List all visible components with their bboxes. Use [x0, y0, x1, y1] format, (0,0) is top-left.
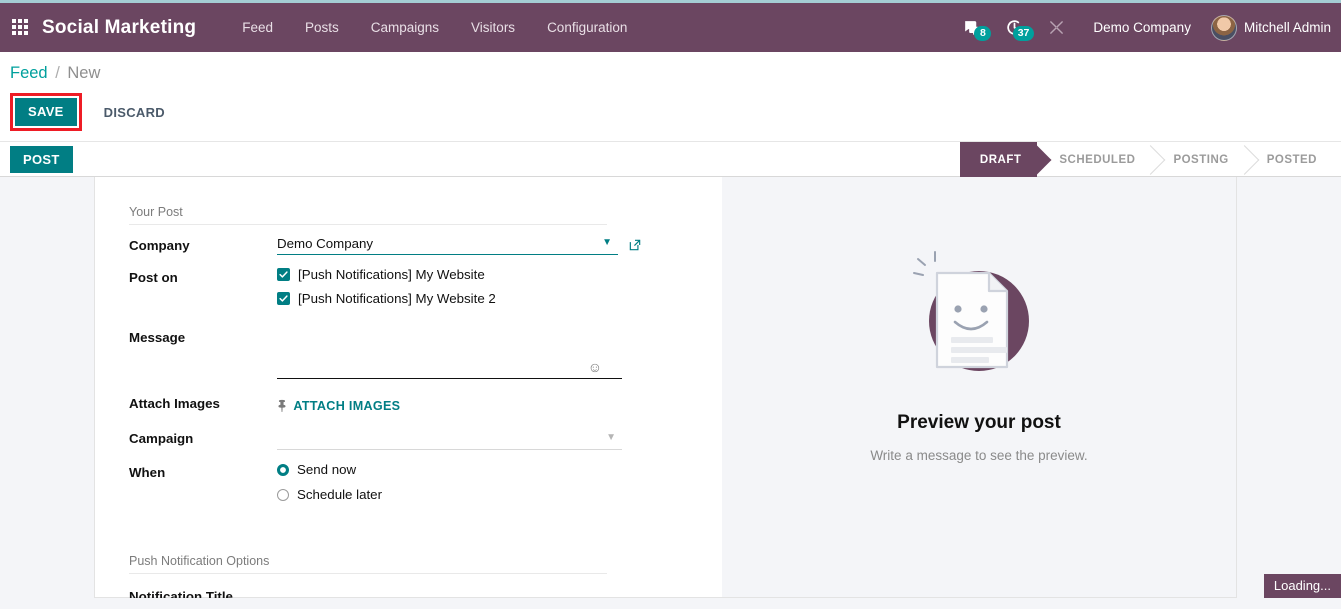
- save-button[interactable]: SAVE: [15, 98, 77, 126]
- company-input-wrap: ▼: [277, 235, 642, 255]
- attach-images-field-label: Attach Images: [129, 396, 220, 411]
- account-checkbox-row: [Push Notifications] My Website 2: [277, 291, 697, 306]
- radio-schedule-later[interactable]: [277, 488, 289, 501]
- post-on-field-label: Post on: [129, 270, 178, 285]
- external-link-icon[interactable]: [628, 238, 642, 252]
- radio-send-now-label: Send now: [297, 462, 357, 477]
- messages-count-badge: 8: [974, 26, 992, 41]
- field-row-post-on: Post on [Push Notifications] My Website …: [95, 267, 722, 315]
- breadcrumb-bar: Feed / New: [0, 52, 1341, 83]
- radio-send-now[interactable]: [277, 463, 289, 476]
- post-form: Your Post Company ▼: [95, 177, 722, 598]
- activities-clock-icon[interactable]: 37: [993, 18, 1036, 41]
- preview-panel: Preview your post Write a message to see…: [722, 177, 1236, 597]
- campaign-input[interactable]: ▼: [277, 428, 622, 450]
- menu-item-configuration[interactable]: Configuration: [531, 14, 643, 41]
- menu-item-visitors[interactable]: Visitors: [455, 14, 531, 41]
- company-field-label: Company: [129, 238, 190, 253]
- pipeline-stage-scheduled[interactable]: SCHEDULED: [1037, 142, 1151, 178]
- form-sheet: Your Post Company ▼: [94, 177, 1237, 598]
- preview-placeholder: Preview your post Write a message to see…: [814, 233, 1144, 463]
- message-input[interactable]: ☺: [277, 327, 622, 379]
- menu-item-campaigns[interactable]: Campaigns: [355, 14, 455, 41]
- post-button[interactable]: POST: [10, 145, 73, 173]
- empty-post-placeholder-icon: [913, 251, 1029, 371]
- chevron-down-icon[interactable]: ▼: [606, 432, 616, 443]
- menu-item-posts[interactable]: Posts: [289, 14, 355, 41]
- pipeline-stage-posting[interactable]: POSTING: [1151, 142, 1244, 178]
- account-checkbox-row: [Push Notifications] My Website: [277, 267, 697, 282]
- user-menu[interactable]: Mitchell Admin: [1207, 14, 1337, 41]
- group-title-push-options: Push Notification Options: [129, 554, 607, 574]
- field-row-company: Company ▼: [95, 235, 722, 255]
- attach-images-label: ATTACH IMAGES: [293, 398, 401, 413]
- notification-title-field-label: Notification Title: [129, 589, 233, 598]
- loading-indicator: Loading...: [1263, 574, 1341, 598]
- group-title-your-post: Your Post: [129, 205, 607, 225]
- record-action-bar: SAVE DISCARD: [0, 83, 1341, 141]
- app-brand-title[interactable]: Social Marketing: [42, 17, 196, 39]
- when-field-label: When: [129, 465, 166, 480]
- field-row-campaign: Campaign ▼: [95, 428, 722, 450]
- save-button-highlight: SAVE: [10, 93, 82, 131]
- status-pipeline: DRAFT SCHEDULED POSTING POSTED: [959, 142, 1341, 178]
- field-row-when: When Send now Schedule later: [95, 462, 722, 512]
- breadcrumb-current: New: [67, 64, 101, 82]
- when-option-row: Schedule later: [277, 487, 622, 502]
- main-menu: Feed Posts Campaigns Visitors Configurat…: [226, 14, 643, 41]
- avatar: [1210, 14, 1237, 41]
- field-row-attach-images: Attach Images 🖈 ATTACH IMAGES: [95, 393, 722, 416]
- wrench-icon[interactable]: [1036, 19, 1077, 36]
- account-label: [Push Notifications] My Website: [298, 267, 485, 282]
- preview-title: Preview your post: [897, 412, 1061, 433]
- emoji-picker-icon[interactable]: ☺: [588, 359, 602, 375]
- preview-subtitle: Write a message to see the preview.: [870, 448, 1088, 463]
- breadcrumb-separator: /: [55, 64, 60, 82]
- breadcrumb-root[interactable]: Feed: [10, 64, 48, 82]
- radio-schedule-later-label: Schedule later: [297, 487, 383, 502]
- message-field-label: Message: [129, 330, 186, 345]
- company-switcher[interactable]: Demo Company: [1077, 20, 1207, 35]
- content-area: Your Post Company ▼: [0, 177, 1341, 598]
- when-option-row: Send now: [277, 462, 622, 477]
- account-checkbox[interactable]: [277, 268, 290, 281]
- messages-icon[interactable]: 8: [950, 18, 993, 41]
- paperclip-icon: 🖈: [272, 395, 291, 414]
- statusbar: POST DRAFT SCHEDULED POSTING POSTED: [0, 141, 1341, 178]
- discard-button[interactable]: DISCARD: [90, 98, 179, 127]
- pipeline-stage-draft[interactable]: DRAFT: [959, 142, 1038, 178]
- account-checkbox[interactable]: [277, 292, 290, 305]
- attach-images-button[interactable]: 🖈 ATTACH IMAGES: [273, 393, 401, 416]
- account-label: [Push Notifications] My Website 2: [298, 291, 496, 306]
- company-input[interactable]: [277, 235, 618, 255]
- breadcrumb: Feed / New: [10, 64, 1341, 83]
- activities-count-badge: 37: [1012, 26, 1035, 41]
- top-navbar: Social Marketing Feed Posts Campaigns Vi…: [0, 3, 1341, 52]
- navbar-right-tools: 8 37 Demo Company Mitchell Admin: [950, 3, 1341, 52]
- field-row-message: Message ☺: [95, 327, 722, 379]
- field-row-notification-title: Notification Title: [95, 586, 722, 598]
- menu-item-feed[interactable]: Feed: [226, 14, 289, 41]
- apps-grid-icon[interactable]: [12, 18, 30, 37]
- user-name-label: Mitchell Admin: [1243, 20, 1331, 35]
- campaign-field-label: Campaign: [129, 431, 194, 446]
